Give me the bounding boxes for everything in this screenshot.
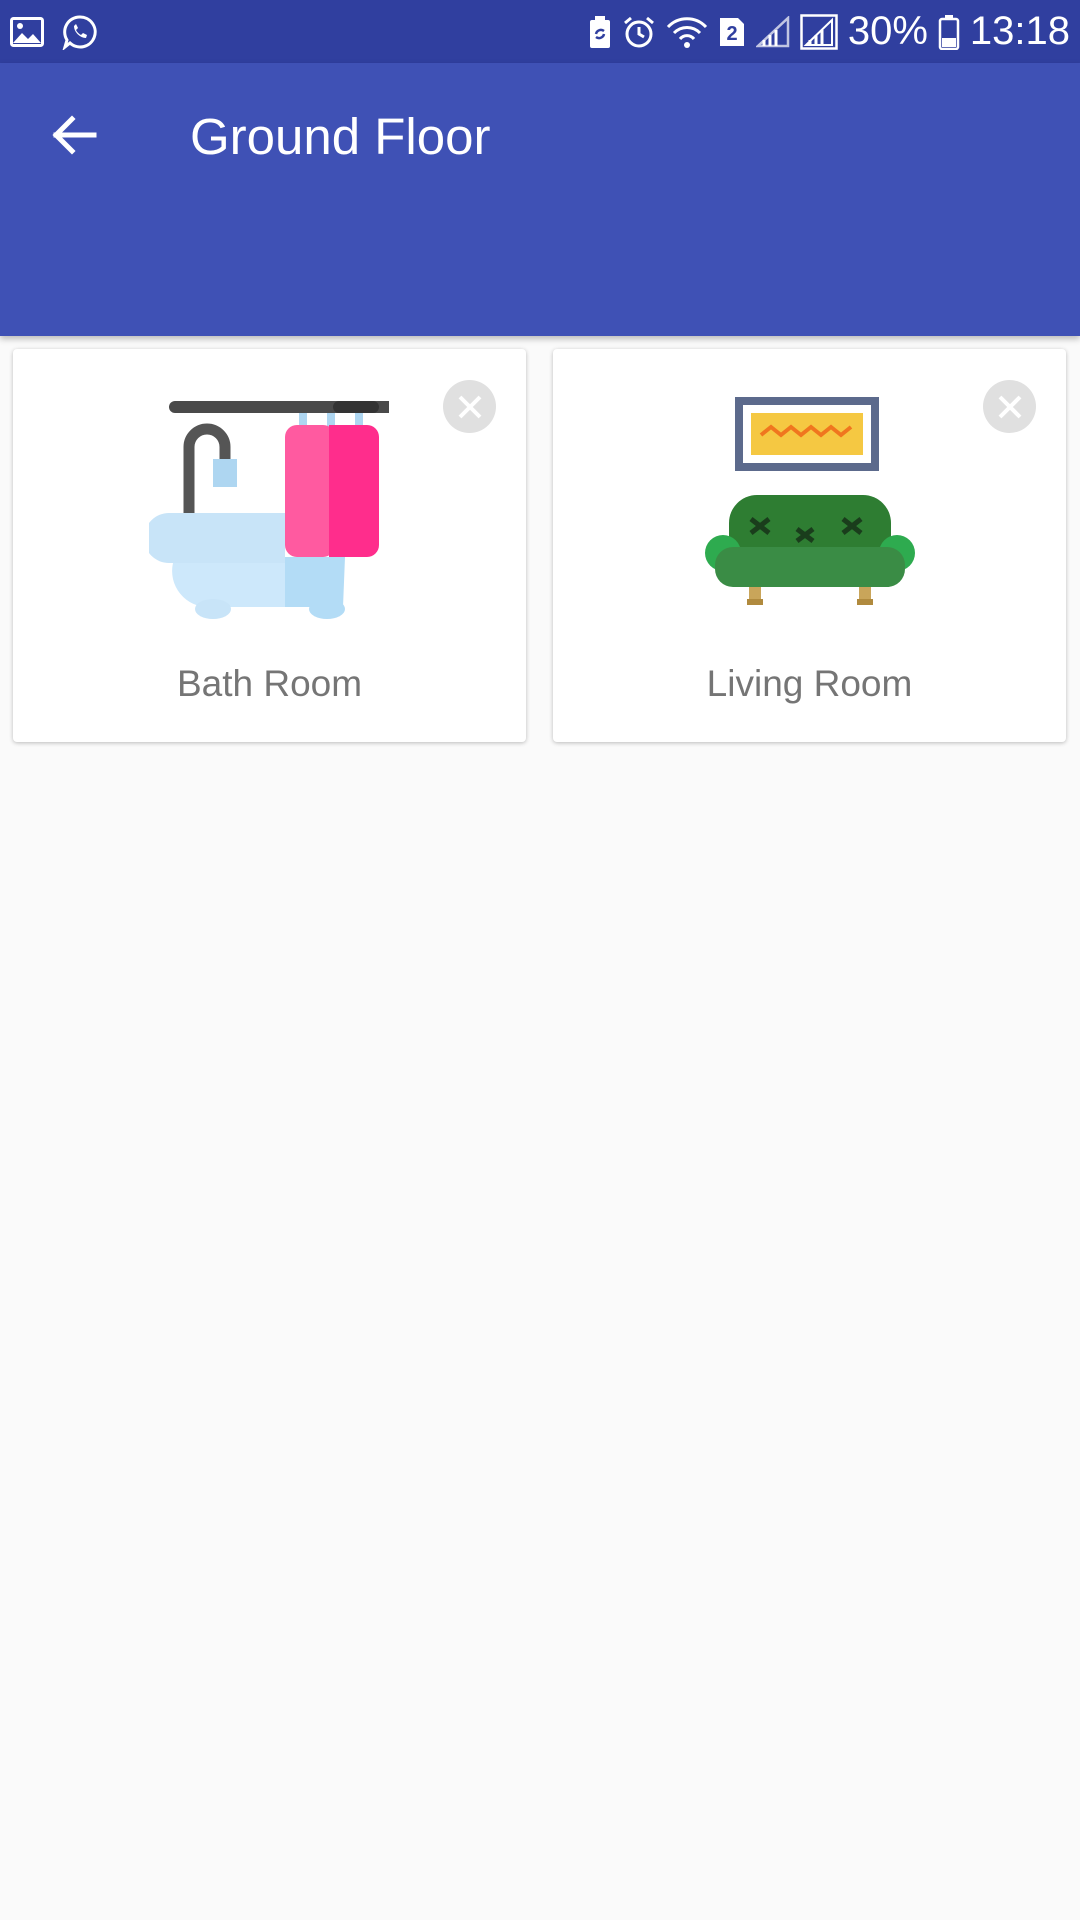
status-bar: 2 30% 13:18 [0,0,1080,63]
battery-icon [938,14,960,50]
remove-room-button[interactable] [443,380,496,433]
signal-icon [755,15,790,48]
wifi-icon [666,15,708,49]
bathtub-icon [144,395,395,625]
room-card-bath-room[interactable]: Bath Room [13,349,526,742]
app-bar: Ground Floor [0,63,1080,336]
page-title: Ground Floor [190,108,491,165]
remove-room-button[interactable] [983,380,1036,433]
whatsapp-icon [62,14,98,50]
battery-saver-icon [588,15,612,49]
gallery-icon [10,16,44,47]
sim-icon: 2 [718,16,746,48]
close-icon [998,395,1021,418]
room-label: Bath Room [176,663,363,704]
sofa-icon [689,395,929,625]
signal-icon [800,13,838,50]
clock: 13:18 [969,9,1070,53]
back-button[interactable] [38,99,110,171]
room-card-living-room[interactable]: Living Room [553,349,1066,742]
sim-badge: 2 [726,23,737,45]
battery-percent: 30% [847,9,928,53]
arrow-back-icon [52,115,97,155]
room-label: Living Room [706,663,913,704]
alarm-icon [622,15,656,49]
close-icon [458,395,481,418]
